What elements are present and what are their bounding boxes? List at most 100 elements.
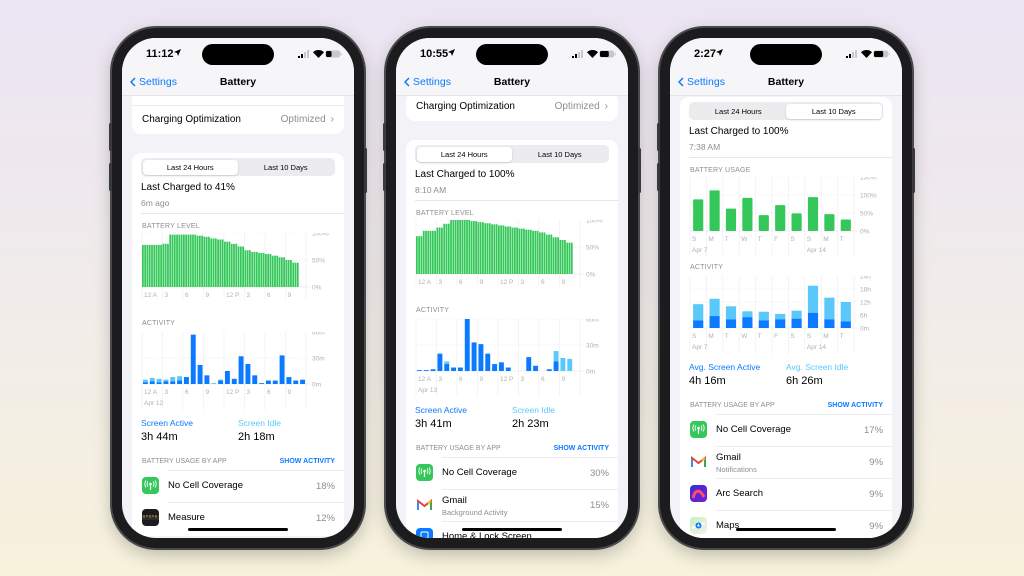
screen-idle-bar [553,351,559,362]
x-tick-label: 9 [206,292,210,299]
x-tick-label: 9 [562,279,566,286]
battery-chart-title: BATTERY LEVEL [416,210,474,217]
screen-active-bar [775,319,786,328]
battery-level-bar [498,225,500,274]
x-tick-label: 6 [185,389,189,396]
battery-level-bar [431,230,434,274]
app-usage-row[interactable]: Gmail Background Activity 15% [406,489,618,521]
battery-level-bar [267,254,270,287]
activity-chart: 60m 30m 0m 12 A 3 6 9 12 P 3 6 9 Apr 13 [415,319,599,397]
home-indicator[interactable] [462,528,562,531]
stat-label: Avg. Screen Active [689,362,761,372]
battery-icon [873,50,890,58]
x-tick-label: 12 A [418,279,432,286]
battery-level-bar [144,244,147,287]
settings-row[interactable]: Charging Optimization Optimized › [132,104,344,135]
y-tick-label: 18h [860,287,871,294]
segment-last-24-hours[interactable]: Last 24 Hours [142,159,238,175]
battery-level-bar [488,223,491,274]
screen-idle-bar [824,297,835,320]
battery-level-bar [292,262,295,287]
screen-active-bar [286,377,292,384]
stat-label: Screen Active [141,418,193,428]
status-time: 10:55 [420,48,449,60]
x-tick-label: 3 [165,389,169,396]
app-usage-row[interactable]: No Cell Coverage 18% [132,470,344,502]
battery-level-bar [157,244,160,287]
y-tick-label: 150% [860,177,877,182]
battery-level-bar [178,234,181,287]
x-tick-label: F [774,236,778,243]
battery-level-bar [189,234,192,287]
battery-level-bar [230,243,233,287]
battery-level-bar [296,262,299,287]
home-indicator[interactable] [736,528,836,531]
screen-active-bar [533,365,539,371]
battery-level-bar [539,232,541,274]
app-usage-row[interactable]: Gmail Notifications 9% [680,446,892,478]
show-activity-button[interactable]: SHOW ACTIVITY [828,402,883,409]
app-usage-row[interactable]: No Cell Coverage 17% [680,414,892,446]
app-usage-row[interactable]: Arc Search 9% [680,478,892,510]
segment-last-24-hours[interactable]: Last 24 Hours [416,146,512,162]
screen-active-bar [272,380,278,384]
y-tick-label: 12h [860,300,871,307]
location-arrow-icon [448,49,455,56]
screen-active-bar [430,369,436,371]
battery-level-bar [201,235,203,287]
segment-last-10-days[interactable]: Last 10 Days [238,160,334,175]
segment-last-24-hours[interactable]: Last 24 Hours [691,104,787,119]
divider [141,213,344,214]
x-tick-label: T [725,333,729,340]
show-activity-button[interactable]: SHOW ACTIVITY [554,445,609,452]
screen-active-bar [457,367,463,371]
screen-active-bar [224,371,230,384]
battery-level-bar [294,262,297,287]
scroll-content[interactable]: Last 24 Hours Last 10 Days Last Charged t… [670,38,902,538]
show-activity-button[interactable]: SHOW ACTIVITY [280,458,335,465]
x-tick-label: S [692,236,697,243]
x-tick-label: T [725,236,729,243]
app-name: Home & Lock Screen [442,531,532,538]
battery-level-bar [278,257,281,287]
app-usage-percent: 9% [869,521,883,532]
usage-header-label: BATTERY USAGE BY APP [416,445,501,452]
segment-last-10-days[interactable]: Last 10 Days [786,103,882,119]
home-indicator[interactable] [188,528,288,531]
app-name: Gmail [442,495,467,506]
x-tick-label: T [840,333,844,340]
screen-active-bar [259,383,265,384]
app-name: No Cell Coverage [168,480,243,491]
screen-idle-bar [211,383,217,384]
x-tick-label: 12 A [418,376,432,383]
segment-last-10-days[interactable]: Last 10 Days [512,147,608,162]
battery-level-bar [447,223,450,274]
divider [716,446,892,447]
battery-level-bar [532,230,534,274]
stat-screen-active: Avg. Screen Active 4h 16m [689,362,760,387]
location-arrow-icon [174,49,181,56]
battery-level-bar [233,243,235,287]
battery-level-bar [554,237,557,274]
screen-active-bar [163,381,169,384]
screen-idle-bar [170,377,176,382]
divider [716,510,892,511]
battery-level-bar [185,234,188,287]
scroll-content[interactable]: Battery HealthNormal›Charging Optimizati… [122,38,354,538]
y-tick-label: 60m [586,319,599,324]
x-tick-label: 3 [247,292,251,299]
battery-level-bar [534,230,537,274]
app-usage-row[interactable]: No Cell Coverage 30% [406,457,618,489]
cell-antenna-icon [690,421,707,438]
divider [442,521,618,522]
battery-level-bar [212,238,215,287]
battery-level-bar [484,223,487,274]
x-tick-label: M [823,236,828,243]
app-usage-row[interactable]: Maps 9% [680,510,892,538]
screen-active-bar [824,319,835,328]
battery-level-bar [457,220,459,274]
divider [442,489,618,490]
screen-active-bar [204,375,210,384]
scroll-content[interactable]: Charging Optimization Optimized › Last 24 … [396,38,628,538]
screen-active-bar [471,342,477,371]
